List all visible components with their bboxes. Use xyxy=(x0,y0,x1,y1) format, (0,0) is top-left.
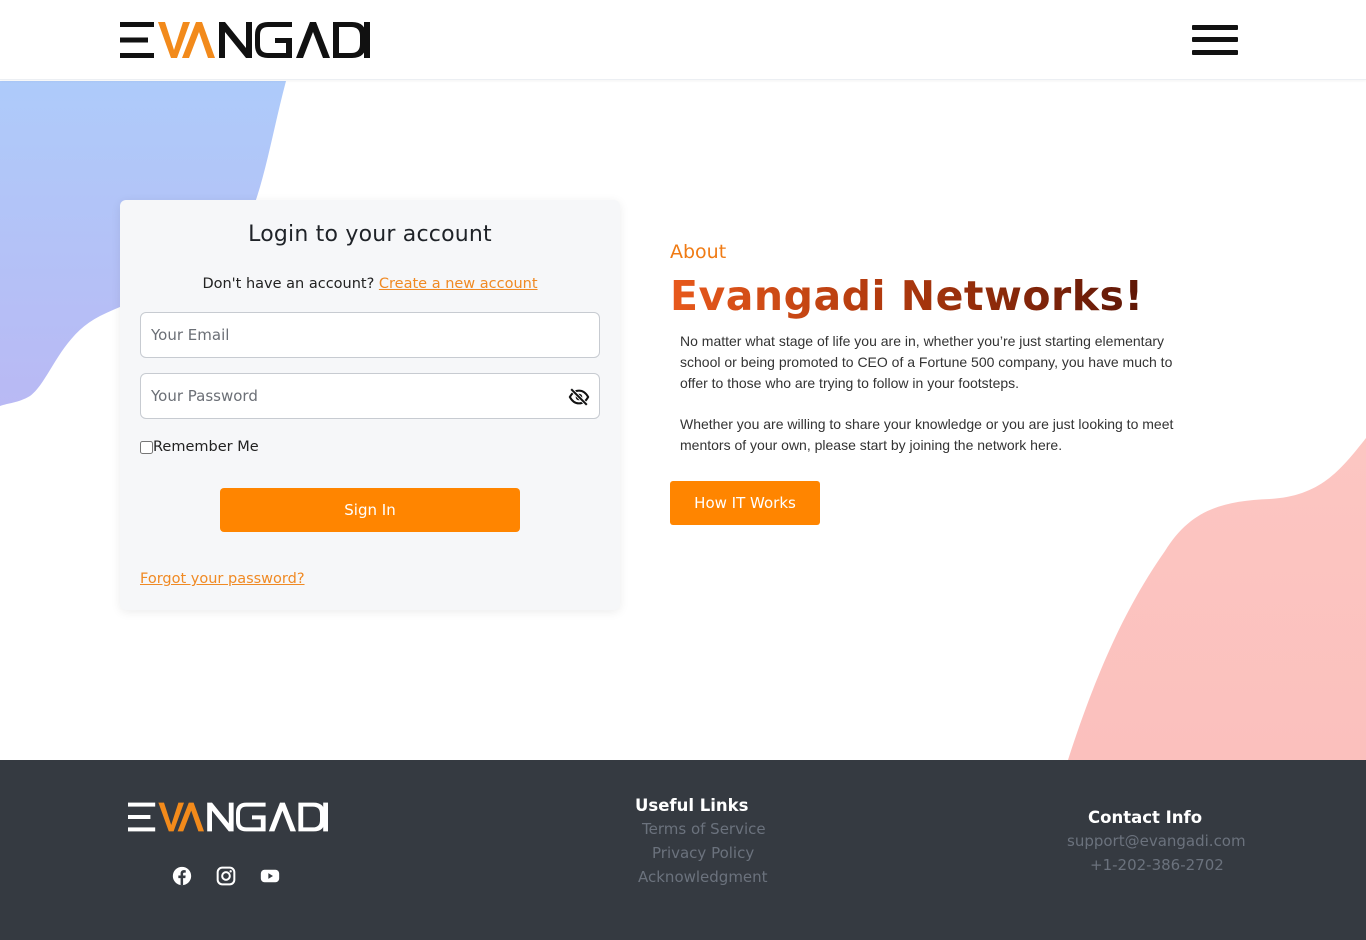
remember-me-checkbox[interactable] xyxy=(140,440,153,454)
instagram-icon[interactable] xyxy=(216,866,236,886)
privacy-policy-link[interactable]: Privacy Policy xyxy=(652,844,754,862)
signup-prompt-text: Don't have an account? xyxy=(202,276,375,292)
how-it-works-button[interactable]: How IT Works xyxy=(670,481,820,525)
create-account-link[interactable]: Create a new account xyxy=(379,276,538,292)
remember-me-label: Remember Me xyxy=(153,439,259,455)
hamburger-menu-icon xyxy=(1192,25,1238,30)
about-title: Evangadi Networks! xyxy=(670,272,1144,320)
site-footer: Useful Links Terms of Service Privacy Po… xyxy=(0,760,1366,940)
facebook-icon[interactable] xyxy=(172,866,192,886)
evangadi-logo-footer[interactable] xyxy=(128,802,328,832)
email-field-wrapper xyxy=(140,312,600,358)
email-field[interactable] xyxy=(141,313,599,357)
password-field[interactable] xyxy=(141,374,599,418)
social-links xyxy=(172,866,280,886)
about-paragraph-2: Whether you are willing to share your kn… xyxy=(680,416,1174,453)
about-label: About xyxy=(670,241,727,263)
remember-me: Remember Me xyxy=(140,438,259,456)
signup-prompt: Don't have an account? Create a new acco… xyxy=(120,276,620,292)
forgot-password-link[interactable]: Forgot your password? xyxy=(140,571,305,587)
hero-section: Login to your account Don't have an acco… xyxy=(0,81,1366,760)
eye-slash-icon[interactable] xyxy=(568,386,590,408)
youtube-icon[interactable] xyxy=(260,866,280,886)
terms-of-service-link[interactable]: Terms of Service xyxy=(642,820,766,838)
site-header xyxy=(0,0,1366,80)
contact-email-link[interactable]: support@evangadi.com xyxy=(1067,832,1246,850)
useful-links-heading: Useful Links xyxy=(635,796,749,815)
evangadi-logo[interactable] xyxy=(120,22,370,58)
sign-in-button[interactable]: Sign In xyxy=(220,488,520,532)
acknowledgment-link[interactable]: Acknowledgment xyxy=(638,868,768,886)
login-card: Login to your account Don't have an acco… xyxy=(120,200,620,610)
password-field-wrapper xyxy=(140,373,600,419)
contact-info-heading: Contact Info xyxy=(1088,808,1203,827)
menu-button[interactable] xyxy=(1192,23,1240,57)
about-paragraph-1: No matter what stage of life you are in,… xyxy=(680,333,1173,391)
contact-phone-link[interactable]: +1-202-386-2702 xyxy=(1090,856,1224,874)
login-title: Login to your account xyxy=(248,222,492,247)
